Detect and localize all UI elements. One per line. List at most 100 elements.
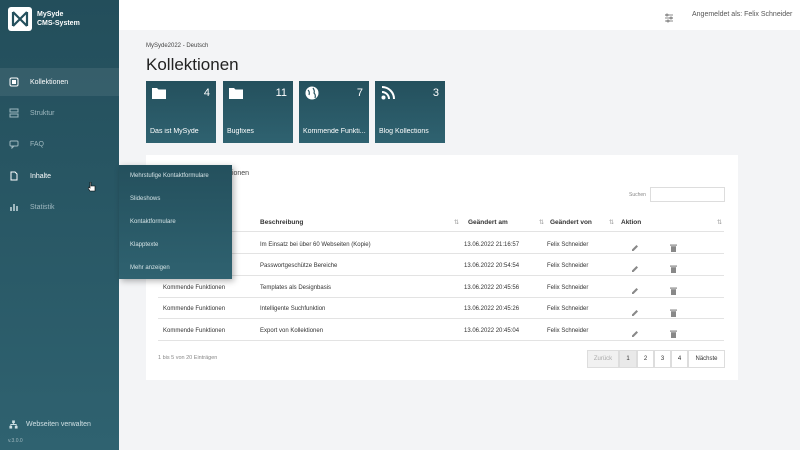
card-label: Das ist MySyde: [150, 128, 199, 135]
table-info: 1 bis 5 von 20 Einträgen: [158, 355, 218, 361]
cell-geaendert-am: 13.06.2022 20:45:56: [464, 285, 520, 291]
collection-card[interactable]: 4 Das ist MySyde: [146, 81, 216, 143]
sidebar-item-inhalte[interactable]: Inhalte: [0, 162, 119, 190]
card-label: Blog Kollections: [379, 128, 429, 135]
cell-beschreibung: Im Einsatz bei über 60 Webseiten (Kopie): [260, 242, 371, 248]
sidebar-item-statistik[interactable]: Statistik: [0, 193, 119, 221]
edit-icon[interactable]: [631, 260, 639, 272]
column-header-beschreibung[interactable]: Beschreibung: [260, 219, 303, 226]
card-count: 4: [203, 87, 210, 99]
card-label: Bugfixes: [227, 128, 254, 135]
sidebar-item-label: Statistik: [30, 203, 55, 211]
cell-kollektion: Kommende Funktionen: [163, 328, 226, 334]
sort-icon[interactable]: ⇅: [717, 219, 722, 226]
cell-geaendert-von: Felix Schneider: [547, 285, 589, 291]
header-divider: [158, 231, 724, 232]
trash-icon[interactable]: [670, 239, 678, 252]
menu-item-slideshows[interactable]: Slideshows: [130, 196, 160, 202]
row-divider: [158, 340, 724, 341]
edit-icon[interactable]: [631, 239, 639, 251]
search-input[interactable]: [650, 187, 725, 202]
row-divider: [158, 318, 724, 319]
menu-item-klapptexte[interactable]: Klapptexte: [130, 242, 158, 248]
cell-beschreibung: Intelligente Suchfunktion: [260, 306, 326, 312]
cell-geaendert-am: 13.06.2022 20:45:26: [464, 306, 520, 312]
edit-icon[interactable]: [631, 282, 639, 294]
user-label[interactable]: Angemeldet als: Felix Schneider: [692, 11, 792, 18]
card-count: 3: [432, 87, 439, 99]
cell-geaendert-von: Felix Schneider: [547, 242, 589, 248]
sort-icon[interactable]: ⇅: [609, 219, 614, 226]
row-divider: [158, 253, 724, 254]
version-label: v.3.0.0: [8, 438, 23, 444]
trash-icon[interactable]: [670, 325, 678, 338]
cell-geaendert-von: Felix Schneider: [547, 328, 589, 334]
inhalte-flyout-menu: Mehrstufige Kontaktformulare Slideshows …: [119, 165, 232, 279]
card-count: 11: [275, 87, 287, 99]
row-divider: [158, 297, 724, 298]
collection-card[interactable]: 7 Kommende Funkti...: [299, 81, 369, 143]
card-label: Kommende Funkti...: [303, 128, 366, 135]
layers-icon: [9, 77, 19, 87]
chat-icon: [9, 139, 19, 149]
search-label: Suchen: [629, 192, 646, 198]
sidebar-item-faq[interactable]: FAQ: [0, 130, 119, 158]
document-icon: [9, 171, 19, 181]
sidebar: MySyde CMS-System Kollektionen Struktur …: [0, 0, 119, 450]
pagination-page-4[interactable]: 4: [671, 350, 688, 368]
card-count: 7: [356, 87, 363, 99]
manage-websites-link[interactable]: Webseiten verwalten: [9, 420, 91, 429]
cell-geaendert-von: Felix Schneider: [547, 263, 589, 269]
trash-icon[interactable]: [670, 304, 678, 317]
folder-icon: [152, 86, 166, 100]
logo-icon: [8, 7, 32, 31]
collection-card[interactable]: 11 Bugfixes: [223, 81, 293, 143]
hand-cursor-icon: [87, 179, 96, 192]
sidebar-item-struktur[interactable]: Struktur: [0, 99, 119, 127]
cell-geaendert-am: 13.06.2022 20:45:04: [464, 328, 520, 334]
folder-icon: [229, 86, 243, 100]
collections-table-panel: tionen Suchen Beschreibung ⇅ Geändert am…: [146, 155, 738, 380]
cell-geaendert-am: 13.06.2022 20:54:54: [464, 263, 520, 269]
sidebar-item-label: Kollektionen: [30, 78, 69, 86]
menu-item-mehrstufige-kontaktformulare[interactable]: Mehrstufige Kontaktformulare: [130, 173, 209, 179]
cell-beschreibung: Export von Kollektionen: [260, 328, 324, 334]
sidebar-item-label: Inhalte: [30, 172, 52, 180]
rss-icon: [381, 86, 395, 100]
column-header-geaendert-von[interactable]: Geändert von: [550, 219, 592, 226]
pagination-prev[interactable]: Zurück: [587, 350, 619, 368]
sort-icon[interactable]: ⇅: [539, 219, 544, 226]
pagination-page-3[interactable]: 3: [654, 350, 671, 368]
breadcrumb: MySyde2022 - Deutsch: [146, 43, 209, 49]
pagination-page-2[interactable]: 2: [637, 350, 654, 368]
column-header-aktion: Aktion: [621, 219, 642, 226]
column-header-geaendert-am[interactable]: Geändert am: [468, 219, 508, 226]
collection-card[interactable]: 3 Blog Kollections: [375, 81, 445, 143]
edit-icon[interactable]: [631, 304, 639, 316]
sort-icon[interactable]: ⇅: [454, 219, 459, 226]
sidebar-item-label: FAQ: [30, 140, 45, 148]
menu-item-mehr-anzeigen[interactable]: Mehr anzeigen: [130, 265, 170, 271]
sitemap-icon: [9, 420, 18, 429]
cell-geaendert-am: 13.06.2022 21:16:57: [464, 242, 520, 248]
manage-websites-label: Webseiten verwalten: [26, 421, 91, 428]
logo-text: MySyde CMS-System: [37, 11, 80, 27]
trash-icon[interactable]: [670, 282, 678, 295]
pagination-next[interactable]: Nächste: [688, 350, 725, 368]
cell-beschreibung: Passwortgeschütze Bereiche: [260, 263, 338, 269]
sliders-icon[interactable]: [664, 10, 674, 23]
sidebar-item-label: Struktur: [30, 109, 55, 117]
trash-icon[interactable]: [670, 260, 678, 273]
globe-icon: [305, 86, 319, 100]
menu-item-kontaktformulare[interactable]: Kontaktformulare: [130, 219, 176, 225]
chart-icon: [9, 202, 19, 212]
structure-icon: [9, 108, 19, 118]
app-logo[interactable]: MySyde CMS-System: [8, 7, 85, 31]
cell-beschreibung: Templates als Designbasis: [260, 285, 332, 291]
cell-geaendert-von: Felix Schneider: [547, 306, 589, 312]
pagination-page-1[interactable]: 1: [619, 350, 637, 368]
sidebar-item-kollektionen[interactable]: Kollektionen: [0, 68, 119, 96]
cell-kollektion: Kommende Funktionen: [163, 285, 226, 291]
edit-icon[interactable]: [631, 325, 639, 337]
row-divider: [158, 275, 724, 276]
